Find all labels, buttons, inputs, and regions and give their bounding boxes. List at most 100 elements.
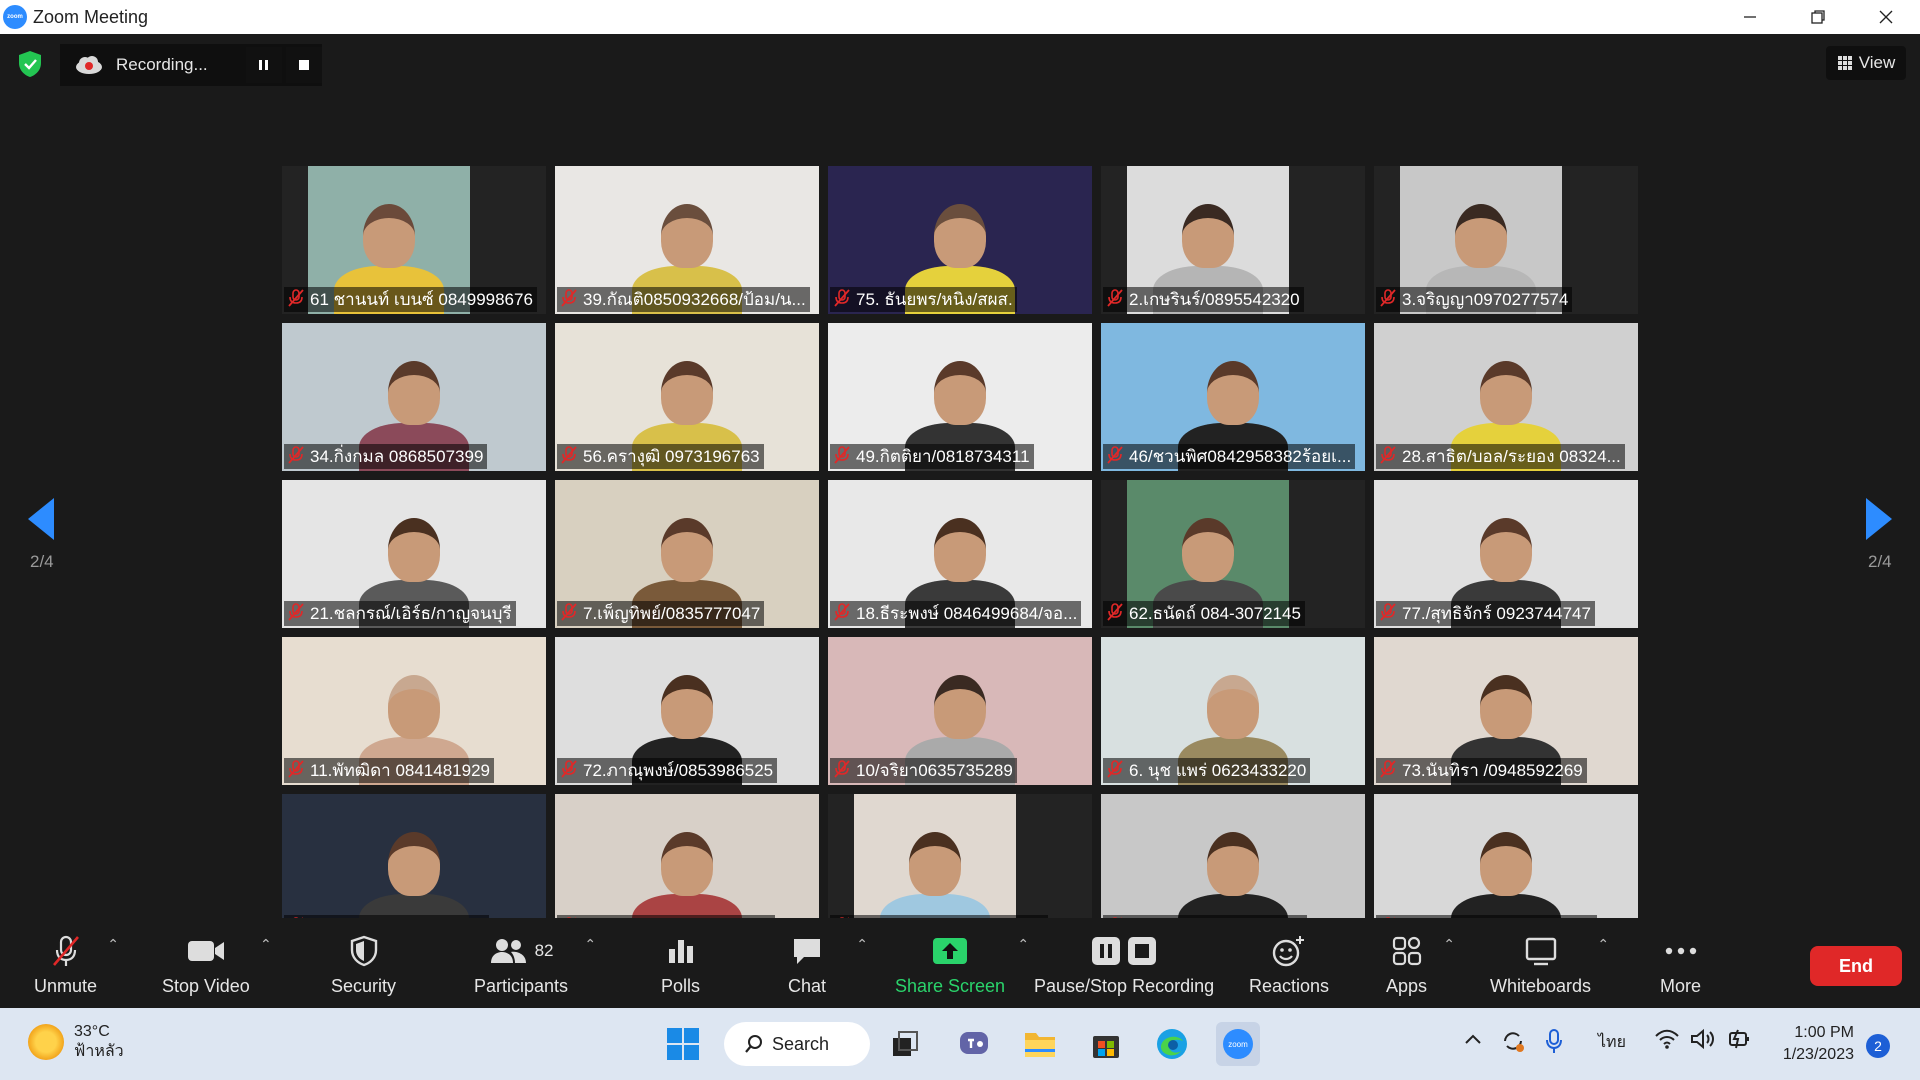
more-dots-icon: [1664, 934, 1698, 968]
participant-tile[interactable]: 75. ธันยพร/หนิง/สผส.: [828, 166, 1092, 314]
microsoft-store-icon[interactable]: [1084, 1022, 1128, 1066]
participant-name-bar: 11.พัทฒิดา 0841481929: [284, 758, 494, 783]
pause-recording-button[interactable]: [246, 47, 282, 83]
notification-badge[interactable]: 2: [1866, 1034, 1890, 1058]
participant-tile[interactable]: 7.เพ็ญทิพย์/0835777047: [555, 480, 819, 628]
participant-tile[interactable]: 72.ภาณุพงษ์/0853986525: [555, 637, 819, 785]
apps-button[interactable]: Apps ⌃: [1386, 934, 1455, 997]
whiteboards-button[interactable]: Whiteboards ⌃: [1490, 934, 1609, 997]
participant-tile[interactable]: 46/ชวนพิศ0842958382ร้อยเ...: [1101, 323, 1365, 471]
participant-name: 11.พัทฒิดา 0841481929: [310, 761, 490, 780]
microphone-icon[interactable]: [1544, 1028, 1564, 1059]
meeting-toolbar: Unmute ⌃ Stop Video ⌃ Security 82 Partic…: [0, 918, 1920, 1008]
close-icon[interactable]: [1852, 0, 1920, 34]
restore-icon[interactable]: [1784, 0, 1852, 34]
participant-tile[interactable]: 73.นันทิรา /0948592269: [1374, 637, 1638, 785]
reactions-label: Reactions: [1249, 976, 1330, 996]
chevron-up-icon[interactable]: ⌃: [1017, 936, 1029, 953]
chat-button[interactable]: Chat ⌃: [788, 934, 868, 997]
participant-tile[interactable]: 2.เกษรินร์/0895542320: [1101, 166, 1365, 314]
stop-video-button[interactable]: Stop Video ⌃: [162, 934, 272, 997]
participant-tile[interactable]: 11.พัทฒิดา 0841481929: [282, 637, 546, 785]
chevron-up-icon[interactable]: ⌃: [856, 936, 868, 953]
participant-face: [1207, 361, 1259, 425]
edge-browser-icon[interactable]: [1150, 1022, 1194, 1066]
sync-icon[interactable]: [1500, 1028, 1526, 1059]
chevron-up-icon[interactable]: ⌃: [1443, 936, 1455, 953]
teams-chat-icon[interactable]: [952, 1022, 996, 1066]
participant-tile[interactable]: 28.สาธิต/บอล/ระยอง 08324...: [1374, 323, 1638, 471]
participant-face: [388, 361, 440, 425]
chat-bubble-icon: [791, 934, 823, 968]
participant-tile[interactable]: 77./สุทธิจักร์ 0923744747: [1374, 480, 1638, 628]
grid-icon: [1837, 56, 1852, 70]
participant-tile[interactable]: 62.ธนัดถ์ 084-3072145: [1101, 480, 1365, 628]
participant-name-bar: 6. นุช แพร่ 0623433220: [1103, 758, 1311, 783]
security-label: Security: [331, 976, 397, 996]
file-explorer-icon[interactable]: [1018, 1022, 1062, 1066]
muted-microphone-icon: [561, 445, 577, 468]
participant-name-bar: 10/จริยา0635735289: [830, 758, 1017, 783]
wifi-icon[interactable]: [1654, 1028, 1680, 1055]
participant-name-bar: 77./สุทธิจักร์ 0923744747: [1376, 601, 1595, 626]
participant-name-bar: 72.ภาณุพงษ์/0853986525: [557, 758, 778, 783]
security-button[interactable]: Security: [331, 934, 396, 997]
next-page-button[interactable]: 2/4: [1866, 498, 1892, 572]
share-screen-button[interactable]: Share Screen ⌃: [895, 934, 1029, 997]
pause-stop-recording-button[interactable]: Pause/Stop Recording: [1034, 934, 1214, 997]
muted-microphone-icon: [1107, 288, 1123, 311]
participant-name: 77./สุทธิจักร์ 0923744747: [1402, 604, 1591, 623]
participant-tile[interactable]: 6. นุช แพร่ 0623433220: [1101, 637, 1365, 785]
participant-name: 62.ธนัดถ์ 084-3072145: [1129, 604, 1301, 623]
participant-grid: 61 ชานนท์ เบนซ์ 0849998676 39.กัณติ085093…: [282, 166, 1638, 944]
participant-tile[interactable]: 18.ธีระพงษ์ 0846499684/จอ...: [828, 480, 1092, 628]
stop-recording-button[interactable]: [286, 47, 322, 83]
start-windows-icon[interactable]: [661, 1022, 705, 1066]
participants-button[interactable]: 82 Participants ⌃: [474, 934, 596, 997]
input-language[interactable]: ไทย: [1598, 1030, 1626, 1055]
volume-icon[interactable]: [1690, 1028, 1716, 1055]
chevron-up-icon[interactable]: ⌃: [584, 936, 596, 953]
participant-tile[interactable]: 61 ชานนท์ เบนซ์ 0849998676: [282, 166, 546, 314]
polls-label: Polls: [661, 976, 701, 996]
chevron-up-icon[interactable]: ⌃: [107, 936, 119, 953]
participant-tile[interactable]: 49.กิตติยา/0818734311: [828, 323, 1092, 471]
task-view-icon[interactable]: [883, 1022, 927, 1066]
minimize-icon[interactable]: [1716, 0, 1784, 34]
battery-charging-icon[interactable]: [1726, 1028, 1752, 1055]
unmute-button[interactable]: Unmute ⌃: [34, 934, 119, 997]
previous-page-button[interactable]: 2/4: [28, 498, 54, 572]
participant-face: [1207, 832, 1259, 896]
chat-label: Chat: [788, 976, 827, 996]
participant-name-bar: 21.ชลกรณ์/เอิร์ธ/กาญจนบุรี: [284, 601, 516, 626]
participant-tile[interactable]: 10/จริยา0635735289: [828, 637, 1092, 785]
participant-face: [388, 832, 440, 896]
polls-button[interactable]: Polls: [661, 934, 700, 997]
participant-face: [934, 204, 986, 268]
participant-tile[interactable]: 34.กิ่งกมล 0868507399: [282, 323, 546, 471]
taskbar-search[interactable]: Search: [724, 1022, 870, 1066]
participant-tile[interactable]: 39.กัณติ0850932668/ป้อม/น...: [555, 166, 819, 314]
participant-face: [909, 832, 961, 896]
participant-name-bar: 75. ธันยพร/หนิง/สผส.: [830, 287, 1017, 312]
chevron-up-icon[interactable]: ⌃: [1597, 936, 1609, 953]
system-clock[interactable]: 1:00 PM 1/23/2023: [1772, 1022, 1854, 1066]
weather-widget[interactable]: 33°C ฟ้าหลัว: [28, 1022, 124, 1062]
reactions-button[interactable]: Reactions: [1249, 934, 1329, 997]
more-button[interactable]: More: [1660, 934, 1701, 997]
show-hidden-icons-chevron-icon[interactable]: [1464, 1032, 1482, 1050]
participant-tile[interactable]: 21.ชลกรณ์/เอิร์ธ/กาญจนบุรี: [282, 480, 546, 628]
encryption-shield-icon[interactable]: [18, 50, 42, 78]
view-label: View: [1858, 53, 1896, 72]
chevron-up-icon[interactable]: ⌃: [260, 936, 272, 953]
end-meeting-button[interactable]: End: [1810, 946, 1902, 986]
participant-tile[interactable]: 56.ครางุฒิ 0973196763: [555, 323, 819, 471]
zoom-app-icon[interactable]: zoom: [1216, 1022, 1260, 1066]
view-button[interactable]: View: [1826, 46, 1906, 80]
participant-face: [1182, 518, 1234, 582]
muted-microphone-icon: [288, 602, 304, 625]
participant-tile[interactable]: 3.จริญญา0970277574: [1374, 166, 1638, 314]
weather-sun-icon: [28, 1024, 64, 1060]
participant-name: 46/ชวนพิศ0842958382ร้อยเ...: [1129, 447, 1352, 466]
cloud-recording-icon: [76, 56, 102, 74]
